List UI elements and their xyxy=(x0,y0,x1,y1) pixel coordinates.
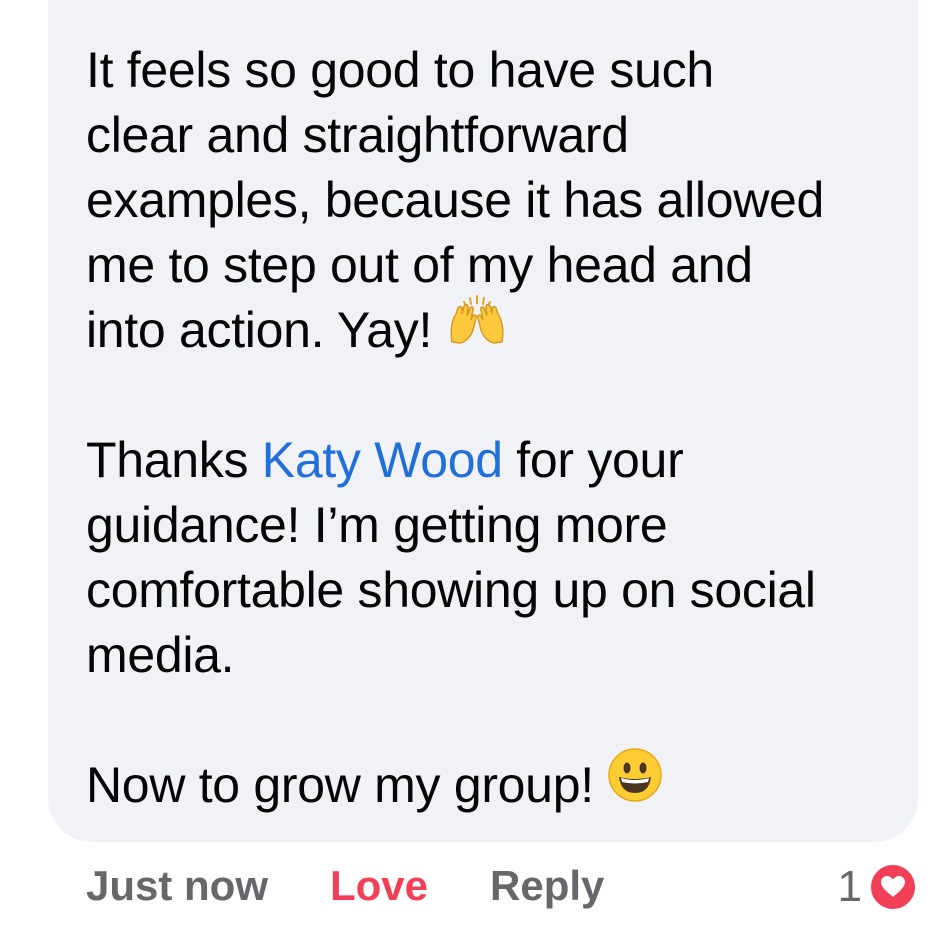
love-reaction-button[interactable]: Love xyxy=(330,862,428,910)
comment-line: Now to grow my group! xyxy=(86,757,594,814)
comment-line: guidance! I’m getting more xyxy=(86,497,668,553)
comment-line-with-emoji: into action. Yay! xyxy=(86,294,906,363)
comment-line: examples, because it has allowed xyxy=(86,172,825,228)
heart-icon xyxy=(868,862,918,912)
reaction-count: 1 xyxy=(837,862,862,911)
comment-line: media. xyxy=(86,627,235,683)
comment-line: It feels so good to have such xyxy=(86,42,714,98)
comment-body: It feels so good to have such clear and … xyxy=(86,38,906,818)
comment-action-bar: Just now Love Reply 1 xyxy=(86,862,918,918)
raising-hands-icon xyxy=(446,294,508,362)
grinning-face-icon xyxy=(607,747,663,819)
reaction-summary[interactable]: 1 xyxy=(838,862,918,912)
comment-line: me to step out of my head and xyxy=(86,237,753,293)
timestamp[interactable]: Just now xyxy=(86,862,268,910)
comment-line-with-emoji: Now to grow my group! xyxy=(86,748,906,818)
mention-link[interactable]: Katy Wood xyxy=(262,432,503,488)
comment-line: clear and straightforward xyxy=(86,107,629,163)
comment-line: into action. Yay! xyxy=(86,302,433,358)
reply-button[interactable]: Reply xyxy=(490,862,604,910)
comment-line-with-mention: Thanks Katy Wood for your xyxy=(86,428,906,493)
comment-text-fragment: Thanks xyxy=(86,432,262,488)
comment-line: comfortable showing up on social xyxy=(86,562,816,618)
comment-text-fragment: for your xyxy=(502,432,684,488)
